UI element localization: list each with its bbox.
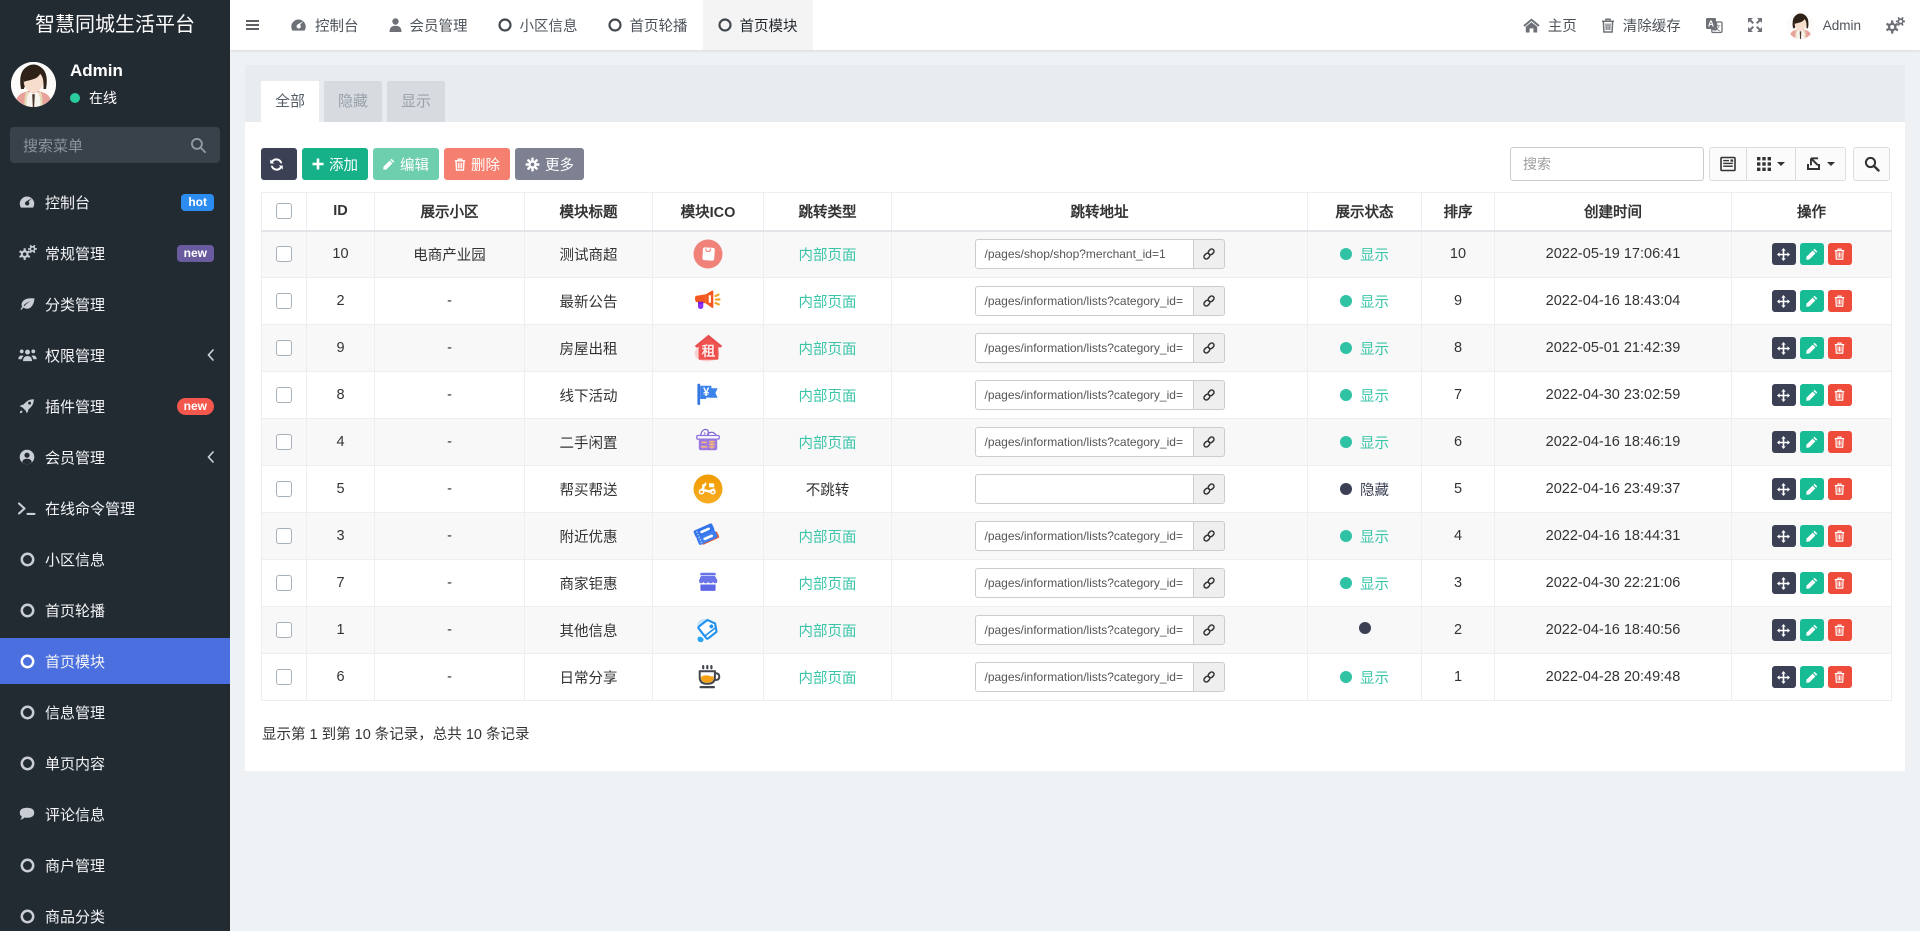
svg-text:文: 文 [1713, 22, 1721, 32]
svg-text:¥: ¥ [703, 387, 710, 399]
svg-text:租: 租 [701, 343, 715, 359]
